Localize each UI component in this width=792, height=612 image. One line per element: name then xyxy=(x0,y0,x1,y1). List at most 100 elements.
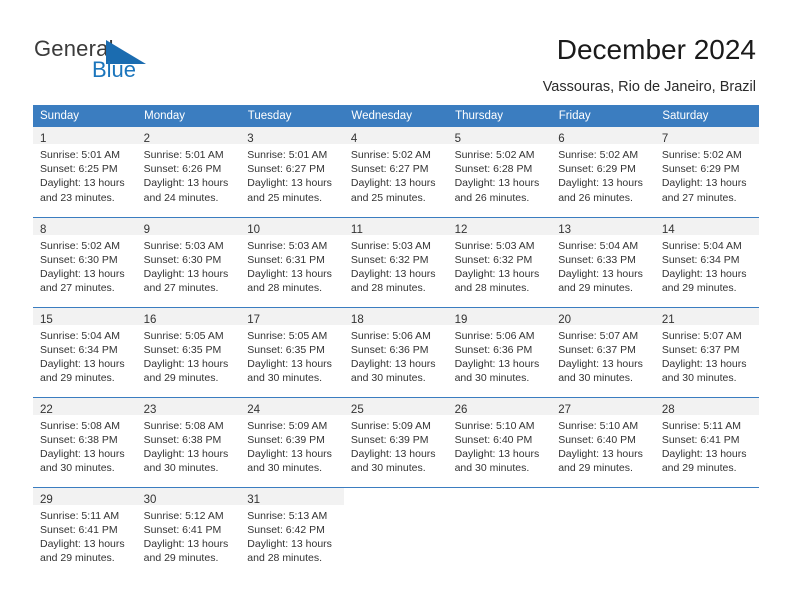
sunset-text: Sunset: 6:38 PM xyxy=(40,433,118,446)
calendar-day-cell[interactable]: 8 Sunrise: 5:02 AM Sunset: 6:30 PM Daylight… xyxy=(33,216,137,307)
weekday-header-thursday: Thursday xyxy=(447,105,552,127)
calendar-day-cell[interactable]: 20 Sunrise: 5:07 AM Sunset: 6:37 PM Dayligh… xyxy=(551,306,655,397)
day-info: Sunrise: 5:02 AM Sunset: 6:27 PM Daylight:… xyxy=(344,144,448,205)
sunrise-text: Sunrise: 5:05 AM xyxy=(143,329,224,342)
calendar-day-cell[interactable]: 1 Sunrise: 5:01 AM Sunset: 6:25 PM Daylight… xyxy=(33,127,137,217)
daylight-text-line2: and 29 minutes. xyxy=(40,372,115,385)
day-number-band xyxy=(447,487,552,505)
calendar-day-cell[interactable]: 25 Sunrise: 5:09 AM Sunset: 6:39 PM Dayligh… xyxy=(343,396,448,487)
day-number: 22 xyxy=(40,403,53,416)
daylight-text-line1: Daylight: 13 hours xyxy=(143,447,229,460)
calendar-day-cell[interactable]: 7 Sunrise: 5:02 AM Sunset: 6:29 PM Daylight… xyxy=(654,127,759,217)
day-number: 4 xyxy=(350,133,358,145)
day-number-band: 8 xyxy=(33,217,137,236)
calendar-day-cell[interactable]: 19 Sunrise: 5:06 AM Sunset: 6:36 PM Dayligh… xyxy=(447,306,552,397)
calendar-day-cell[interactable]: 27 Sunrise: 5:10 AM Sunset: 6:40 PM Dayligh… xyxy=(551,396,655,487)
day-number-band: 19 xyxy=(447,307,552,326)
sunrise-text: Sunrise: 5:04 AM xyxy=(558,239,639,252)
daylight-text-line2: and 30 minutes. xyxy=(350,462,426,475)
calendar-body: 1 Sunrise: 5:01 AM Sunset: 6:25 PM Daylight… xyxy=(33,127,759,577)
daylight-text-line2: and 30 minutes. xyxy=(247,372,322,385)
day-info: Sunrise: 5:02 AM Sunset: 6:29 PM Daylight:… xyxy=(655,144,759,205)
sunset-text: Sunset: 6:40 PM xyxy=(558,433,636,446)
calendar-day-cell[interactable]: 18 Sunrise: 5:06 AM Sunset: 6:36 PM Dayligh… xyxy=(343,306,448,397)
calendar-day-cell[interactable]: 2 Sunrise: 5:01 AM Sunset: 6:26 PM Daylight… xyxy=(136,127,241,217)
day-number-band: 10 xyxy=(240,217,344,236)
sunset-text: Sunset: 6:35 PM xyxy=(143,343,222,356)
calendar-day-cell[interactable]: 6 Sunrise: 5:02 AM Sunset: 6:29 PM Daylight… xyxy=(551,127,655,217)
day-number: 25 xyxy=(350,403,364,416)
daylight-text-line1: Daylight: 13 hours xyxy=(454,177,540,190)
weekday-header-saturday: Saturday xyxy=(654,105,759,127)
calendar-day-cell[interactable]: 9 Sunrise: 5:03 AM Sunset: 6:30 PM Daylight… xyxy=(136,216,241,307)
sunrise-text: Sunrise: 5:02 AM xyxy=(454,149,535,161)
day-number: 5 xyxy=(454,133,461,145)
calendar-day-cell[interactable]: 5 Sunrise: 5:02 AM Sunset: 6:28 PM Daylight… xyxy=(447,127,552,217)
daylight-text-line2: and 29 minutes. xyxy=(661,462,737,475)
day-number: 28 xyxy=(661,403,675,416)
day-info: Sunrise: 5:02 AM Sunset: 6:28 PM Daylight:… xyxy=(448,144,552,205)
calendar-day-cell[interactable]: 24 Sunrise: 5:09 AM Sunset: 6:39 PM Dayligh… xyxy=(240,396,344,487)
sunrise-text: Sunrise: 5:10 AM xyxy=(558,419,639,432)
page-header: General Blue December 2024 Vassouras, Ri… xyxy=(0,0,792,100)
sunrise-text: Sunrise: 5:03 AM xyxy=(454,239,535,252)
calendar-day-cell[interactable]: 22 Sunrise: 5:08 AM Sunset: 6:38 PM Dayligh… xyxy=(33,396,137,487)
day-number-band: 12 xyxy=(447,217,552,236)
general-blue-logo[interactable]: General Blue xyxy=(34,36,214,88)
day-info: Sunrise: 5:11 AM Sunset: 6:41 PM Daylight:… xyxy=(33,505,137,566)
day-info: Sunrise: 5:03 AM Sunset: 6:32 PM Daylight:… xyxy=(344,235,448,296)
sunset-text: Sunset: 6:30 PM xyxy=(40,253,118,266)
daylight-text-line1: Daylight: 13 hours xyxy=(143,267,229,280)
calendar-day-cell[interactable]: 23 Sunrise: 5:08 AM Sunset: 6:38 PM Dayligh… xyxy=(136,396,241,487)
sunset-text: Sunset: 6:27 PM xyxy=(350,163,429,176)
calendar-day-cell[interactable]: 15 Sunrise: 5:04 AM Sunset: 6:34 PM Dayligh… xyxy=(33,306,137,397)
calendar-day-cell[interactable]: 12 Sunrise: 5:03 AM Sunset: 6:32 PM Dayligh… xyxy=(447,216,552,307)
day-info: Sunrise: 5:07 AM Sunset: 6:37 PM Daylight:… xyxy=(655,325,759,386)
daylight-text-line1: Daylight: 13 hours xyxy=(558,447,643,460)
day-info: Sunrise: 5:02 AM Sunset: 6:29 PM Daylight:… xyxy=(551,144,655,205)
daylight-text-line1: Daylight: 13 hours xyxy=(40,177,125,190)
calendar-day-cell-empty xyxy=(343,486,448,577)
sunset-text: Sunset: 6:37 PM xyxy=(661,343,740,356)
calendar-day-cell[interactable]: 16 Sunrise: 5:05 AM Sunset: 6:35 PM Dayligh… xyxy=(136,306,241,397)
calendar-day-cell[interactable]: 11 Sunrise: 5:03 AM Sunset: 6:32 PM Dayligh… xyxy=(343,216,448,307)
daylight-text-line1: Daylight: 13 hours xyxy=(143,357,229,370)
sunset-text: Sunset: 6:39 PM xyxy=(247,433,325,446)
calendar-container: Sunday Monday Tuesday Wednesday Thursday… xyxy=(33,105,759,577)
calendar-day-cell[interactable]: 31 Sunrise: 5:13 AM Sunset: 6:42 PM Dayligh… xyxy=(240,486,344,577)
calendar-day-cell[interactable]: 26 Sunrise: 5:10 AM Sunset: 6:40 PM Dayligh… xyxy=(447,396,552,487)
day-info: Sunrise: 5:03 AM Sunset: 6:31 PM Daylight:… xyxy=(240,235,344,296)
day-number: 14 xyxy=(661,223,675,236)
daylight-text-line2: and 29 minutes. xyxy=(661,282,737,295)
daylight-text-line2: and 27 minutes. xyxy=(661,191,737,204)
day-info xyxy=(448,505,552,509)
calendar-day-cell[interactable]: 13 Sunrise: 5:04 AM Sunset: 6:33 PM Dayligh… xyxy=(551,216,655,307)
sunrise-text: Sunrise: 5:13 AM xyxy=(247,509,328,522)
daylight-text-line1: Daylight: 13 hours xyxy=(247,357,332,370)
day-number-band: 27 xyxy=(551,397,655,416)
daylight-text-line1: Daylight: 13 hours xyxy=(247,447,332,460)
calendar-day-cell[interactable]: 14 Sunrise: 5:04 AM Sunset: 6:34 PM Dayligh… xyxy=(654,216,759,307)
daylight-text-line2: and 30 minutes. xyxy=(247,462,322,475)
calendar-day-cell[interactable]: 4 Sunrise: 5:02 AM Sunset: 6:27 PM Daylight… xyxy=(343,127,448,217)
calendar-day-cell[interactable]: 28 Sunrise: 5:11 AM Sunset: 6:41 PM Dayligh… xyxy=(654,396,759,487)
calendar-day-cell[interactable]: 10 Sunrise: 5:03 AM Sunset: 6:31 PM Dayligh… xyxy=(240,216,344,307)
calendar-day-cell[interactable]: 21 Sunrise: 5:07 AM Sunset: 6:37 PM Dayligh… xyxy=(654,306,759,397)
calendar-day-cell[interactable]: 17 Sunrise: 5:05 AM Sunset: 6:35 PM Dayligh… xyxy=(240,306,344,397)
calendar-day-cell[interactable]: 30 Sunrise: 5:12 AM Sunset: 6:41 PM Dayligh… xyxy=(136,486,241,577)
day-number: 11 xyxy=(350,223,363,236)
calendar-week-row: 1 Sunrise: 5:01 AM Sunset: 6:25 PM Daylight… xyxy=(33,127,759,217)
day-info: Sunrise: 5:04 AM Sunset: 6:34 PM Daylight:… xyxy=(33,325,137,386)
day-number-band xyxy=(551,487,655,505)
calendar-day-cell[interactable]: 3 Sunrise: 5:01 AM Sunset: 6:27 PM Daylight… xyxy=(240,127,344,217)
weekday-header-tuesday: Tuesday xyxy=(240,105,345,127)
day-info xyxy=(344,505,448,509)
daylight-text-line1: Daylight: 13 hours xyxy=(40,537,125,550)
day-info: Sunrise: 5:03 AM Sunset: 6:30 PM Daylight:… xyxy=(137,235,241,296)
day-info: Sunrise: 5:09 AM Sunset: 6:39 PM Daylight:… xyxy=(240,415,344,476)
calendar-day-cell[interactable]: 29 Sunrise: 5:11 AM Sunset: 6:41 PM Dayligh… xyxy=(33,486,137,577)
daylight-text-line1: Daylight: 13 hours xyxy=(454,357,540,370)
daylight-text-line1: Daylight: 13 hours xyxy=(558,267,643,280)
sunrise-text: Sunrise: 5:03 AM xyxy=(143,239,224,252)
calendar-day-cell-empty xyxy=(551,486,655,577)
